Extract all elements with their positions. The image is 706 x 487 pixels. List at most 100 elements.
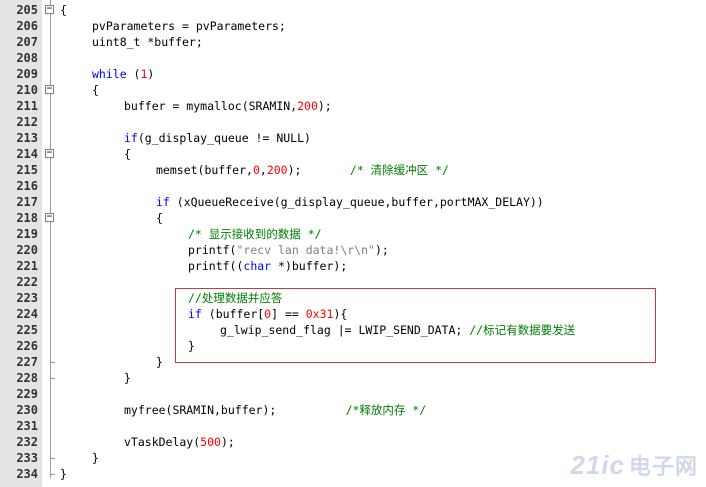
fold-toggle-icon[interactable]: − — [45, 5, 54, 14]
code-token: ); — [317, 99, 332, 113]
code-token: "recv lan data!\r\n" — [236, 243, 375, 257]
line-number: 207 — [16, 35, 38, 49]
code-token: vTaskDelay( — [124, 435, 201, 449]
fold-end-marker — [50, 378, 55, 379]
line-number: 209 — [16, 67, 38, 81]
line-number: 222 — [16, 275, 38, 289]
code-line[interactable]: while (1) — [92, 66, 154, 82]
line-number: 214 — [16, 147, 38, 161]
line-number: 218 — [16, 211, 38, 225]
code-line[interactable]: pvParameters = pvParameters; — [92, 18, 286, 34]
code-line[interactable]: buffer = mymalloc(SRAMIN,200); — [124, 98, 332, 114]
fold-guide-line — [50, 0, 51, 478]
watermark-text-cn: 电子网 — [628, 454, 698, 479]
code-token: ) — [147, 67, 155, 81]
code-token: ); — [220, 435, 235, 449]
code-line[interactable]: memset(buffer,0,200); /* 清除缓冲区 */ — [156, 162, 449, 178]
code-token: ( — [126, 67, 141, 81]
code-token: } — [60, 467, 67, 481]
code-token: *)buffer); — [271, 259, 348, 273]
code-line[interactable]: /* 显示接收到的数据 */ — [188, 226, 322, 242]
code-token: /*释放内存 */ — [345, 403, 427, 417]
fold-end-marker — [50, 474, 55, 475]
line-number: 206 — [16, 19, 38, 33]
code-token: uint8_t *buffer; — [92, 35, 203, 49]
code-token: char — [243, 259, 272, 273]
fold-toggle-icon[interactable]: − — [45, 213, 54, 222]
line-number: 205 — [16, 3, 38, 17]
code-line[interactable]: uint8_t *buffer; — [92, 34, 203, 50]
code-line[interactable]: printf((char *)buffer); — [188, 258, 347, 274]
code-token: buffer = mymalloc(SRAMIN, — [124, 99, 298, 113]
code-token: { — [124, 147, 131, 161]
line-number: 230 — [16, 403, 38, 417]
code-token: ); — [374, 243, 389, 257]
code-line[interactable]: } — [124, 370, 131, 386]
line-number: 233 — [16, 451, 38, 465]
highlight-annotation-box — [175, 288, 656, 363]
code-token: { — [156, 211, 163, 225]
code-token: if — [124, 131, 138, 145]
line-number: 221 — [16, 259, 38, 273]
line-number: 228 — [16, 371, 38, 385]
line-number: 211 — [16, 99, 38, 113]
code-editor[interactable]: 205−{206 pvParameters = pvParameters; 207 u… — [0, 0, 706, 487]
code-token: printf( — [188, 243, 237, 257]
line-number: 224 — [16, 307, 38, 321]
line-number: 225 — [16, 323, 38, 337]
line-number: 220 — [16, 243, 38, 257]
code-token: { — [92, 83, 99, 97]
code-token: } — [92, 451, 99, 465]
watermark-text: 21ic — [570, 450, 625, 480]
code-token: 200 — [266, 163, 288, 177]
code-token: 0 — [252, 163, 260, 177]
line-number: 216 — [16, 179, 38, 193]
line-number: 215 — [16, 163, 38, 177]
code-line[interactable]: { — [156, 210, 163, 226]
code-token: /* 显示接收到的数据 */ — [188, 227, 322, 241]
line-number: 231 — [16, 419, 38, 433]
line-number: 227 — [16, 355, 38, 369]
code-line[interactable]: } — [92, 450, 99, 466]
code-line[interactable]: if (xQueueReceive(g_display_queue,buffer… — [156, 194, 544, 210]
line-number: 226 — [16, 339, 38, 353]
code-token: memset(buffer, — [156, 163, 253, 177]
code-line[interactable]: if(g_display_queue != NULL) — [124, 130, 311, 146]
fold-toggle-icon[interactable]: − — [45, 149, 54, 158]
line-number: 208 — [16, 51, 38, 65]
line-number: 213 — [16, 131, 38, 145]
code-line[interactable]: { — [60, 2, 67, 18]
code-token: { — [60, 3, 67, 17]
code-token: } — [124, 371, 131, 385]
line-number: 229 — [16, 387, 38, 401]
code-token: printf(( — [188, 259, 244, 273]
line-number: 212 — [16, 115, 38, 129]
code-line[interactable]: { — [124, 146, 131, 162]
line-number: 219 — [16, 227, 38, 241]
code-token: (g_display_queue != NULL) — [137, 131, 311, 145]
fold-margin — [42, 0, 56, 487]
code-line[interactable]: printf("recv lan data!\r\n"); — [188, 242, 389, 258]
code-token: 500 — [200, 435, 221, 449]
code-token: pvParameters = pvParameters; — [92, 19, 286, 33]
code-token: , — [259, 163, 267, 177]
code-line[interactable]: myfree(SRAMIN,buffer); /*释放内存 */ — [124, 402, 426, 418]
fold-toggle-icon[interactable]: − — [45, 85, 54, 94]
code-token: /* 清除缓冲区 */ — [349, 163, 449, 177]
code-line[interactable]: { — [92, 82, 99, 98]
code-line[interactable]: } — [156, 354, 163, 370]
code-token: ); — [287, 163, 350, 177]
site-watermark: 21ic 电子网 — [570, 449, 698, 481]
line-number: 223 — [16, 291, 38, 305]
code-token: while — [92, 67, 127, 81]
line-number: 232 — [16, 435, 38, 449]
code-line[interactable]: vTaskDelay(500); — [124, 434, 235, 450]
code-token: if — [156, 195, 170, 209]
fold-end-marker — [50, 362, 55, 363]
line-number: 210 — [16, 83, 38, 97]
code-token: 200 — [297, 99, 318, 113]
fold-end-marker — [50, 458, 55, 459]
code-token: (xQueueReceive(g_display_queue,buffer,po… — [169, 195, 544, 209]
line-number: 217 — [16, 195, 38, 209]
code-line[interactable]: } — [60, 466, 67, 482]
